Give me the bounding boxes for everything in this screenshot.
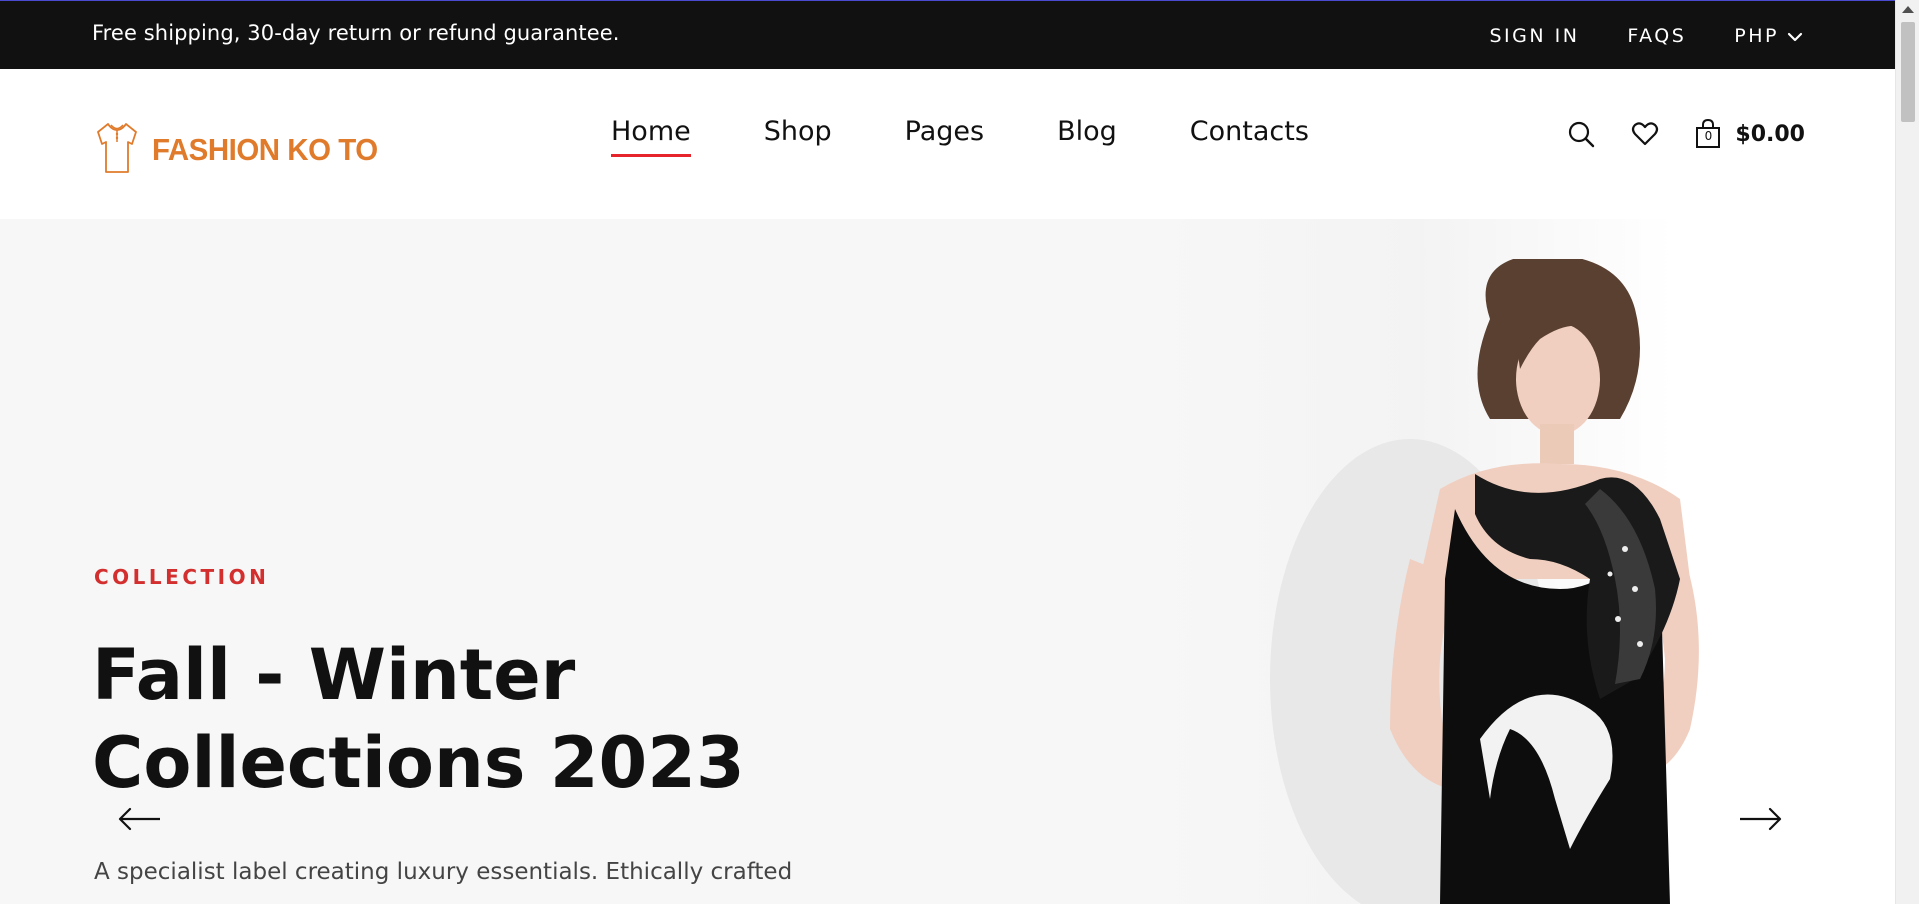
tshirt-logo-icon	[94, 120, 140, 179]
page: Free shipping, 30-day return or refund g…	[0, 0, 1919, 904]
hero-headline-line-2: Collections 2023	[92, 722, 745, 804]
hero-description: A specialist label creating luxury essen…	[94, 859, 793, 885]
sign-in-link[interactable]: SIGN IN	[1489, 25, 1579, 47]
hero-eyebrow: COLLECTION	[94, 565, 270, 589]
scroll-thumb[interactable]	[1901, 22, 1915, 122]
logo[interactable]: FASHION KO TO	[94, 120, 390, 179]
nav-item-home[interactable]: Home	[611, 116, 691, 157]
currency-selector[interactable]: PHP	[1734, 25, 1803, 47]
hero-model-image	[1270, 259, 1699, 904]
nav-item-shop[interactable]: Shop	[764, 116, 832, 155]
top-bar: Free shipping, 30-day return or refund g…	[0, 0, 1895, 69]
chevron-down-icon	[1787, 25, 1803, 47]
top-links: SIGN IN FAQS PHP	[1489, 25, 1803, 47]
cart-total: $0.00	[1735, 121, 1805, 147]
hero-headline-line-1: Fall - Winter	[92, 634, 576, 716]
site-header: FASHION KO TO Home Shop Pages Blog Conta…	[0, 69, 1895, 219]
header-actions: 0 $0.00	[1567, 118, 1805, 149]
promo-text: Free shipping, 30-day return or refund g…	[92, 21, 620, 45]
nav-item-pages[interactable]: Pages	[905, 116, 984, 155]
cart-button[interactable]: 0 $0.00	[1695, 118, 1805, 149]
faqs-link[interactable]: FAQS	[1627, 25, 1686, 47]
nav-item-contacts[interactable]: Contacts	[1190, 116, 1309, 155]
cart-count: 0	[1704, 129, 1713, 143]
hero-slider: COLLECTION Fall - Winter Collections 202…	[0, 219, 1895, 904]
search-icon[interactable]	[1567, 120, 1595, 148]
scroll-up-arrow[interactable]	[1902, 6, 1914, 13]
brand-name: FASHION KO TO	[152, 131, 378, 167]
main-nav: Home Shop Pages Blog Contacts	[611, 116, 1309, 157]
arrow-right-icon[interactable]	[1738, 806, 1784, 832]
currency-label: PHP	[1734, 25, 1779, 47]
heart-icon[interactable]	[1631, 120, 1659, 148]
arrow-left-icon[interactable]	[116, 806, 162, 832]
page-scrollbar[interactable]	[1895, 0, 1919, 904]
nav-item-blog[interactable]: Blog	[1057, 116, 1117, 155]
shopping-bag-icon: 0	[1695, 118, 1721, 149]
hero-headline: Fall - Winter Collections 2023	[92, 631, 812, 807]
